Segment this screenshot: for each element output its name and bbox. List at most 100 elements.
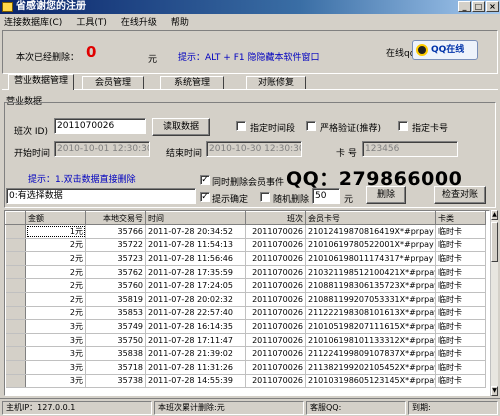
cell-amount[interactable]: 3元 bbox=[25, 374, 86, 389]
table-row[interactable]: 3元 35749 2011-07-28 16:14:35 2011070026 2101… bbox=[5, 319, 486, 334]
cell-amount[interactable]: 3元 bbox=[25, 333, 86, 348]
start-time-input[interactable]: 2010-10-01 12:30:30 bbox=[54, 141, 150, 157]
cell-shift[interactable]: 2011070026 bbox=[245, 224, 306, 239]
cell-card-type[interactable]: 临时卡 bbox=[435, 292, 486, 307]
col-card-type-header[interactable]: 卡类 bbox=[435, 211, 486, 225]
cell-amount[interactable]: 2元 bbox=[25, 292, 86, 307]
cell-time[interactable]: 2011-07-28 16:14:35 bbox=[145, 319, 246, 334]
menu-online-upgrade[interactable]: 在线升级 bbox=[121, 15, 157, 28]
cell-local-txn[interactable]: 35718 bbox=[85, 360, 146, 375]
cell-shift[interactable]: 2011070026 bbox=[245, 306, 306, 321]
cell-shift[interactable]: 2011070026 bbox=[245, 292, 306, 307]
scroll-thumb[interactable] bbox=[491, 222, 498, 262]
cell-member-card[interactable]: 21012419870816419X*#prpay bbox=[305, 224, 436, 239]
table-row[interactable]: 3元 35718 2011-07-28 11:31:26 2011070026 2113… bbox=[5, 360, 486, 375]
title-bar[interactable]: 省感谢您的注册 _ □ × bbox=[0, 0, 500, 14]
cell-time[interactable]: 2011-07-28 21:39:02 bbox=[145, 346, 246, 361]
cell-member-card[interactable]: 210106198011174317*#prpay bbox=[305, 251, 436, 266]
end-time-input[interactable]: 2010-10-30 12:30:30 bbox=[206, 141, 302, 157]
cell-local-txn[interactable]: 35766 bbox=[85, 224, 146, 239]
tab-member-management[interactable]: 会员管理 bbox=[82, 76, 144, 90]
menu-help[interactable]: 帮助 bbox=[171, 15, 189, 28]
maximize-button[interactable]: □ bbox=[472, 1, 485, 12]
cell-amount[interactable]: 2元 bbox=[25, 238, 86, 253]
row-indicator[interactable] bbox=[5, 360, 26, 375]
cell-time[interactable]: 2011-07-28 17:24:05 bbox=[145, 278, 246, 293]
cell-shift[interactable]: 2011070026 bbox=[245, 346, 306, 361]
cell-amount[interactable]: 2元 bbox=[25, 306, 86, 321]
cell-local-txn[interactable]: 35722 bbox=[85, 238, 146, 253]
transactions-grid[interactable]: 金额 本地交易号 时间 班次 会员卡号 卡类 1元 35766 2011-07-28… bbox=[4, 210, 490, 396]
table-row[interactable]: 2元 35760 2011-07-28 17:24:05 2011070026 2108… bbox=[5, 278, 486, 293]
row-indicator[interactable] bbox=[5, 374, 26, 389]
card-number-input[interactable]: 123456 bbox=[362, 141, 458, 157]
cell-card-type[interactable]: 临时卡 bbox=[435, 224, 486, 239]
cell-local-txn[interactable]: 35819 bbox=[85, 292, 146, 307]
cell-amount[interactable]: 3元 bbox=[25, 360, 86, 375]
tab-system-management[interactable]: 系统管理 bbox=[160, 76, 224, 90]
shift-id-input[interactable]: 2011070026 bbox=[54, 118, 146, 134]
cell-card-type[interactable]: 临时卡 bbox=[435, 251, 486, 266]
menu-connect-db[interactable]: 连接数据库(C) bbox=[4, 15, 62, 28]
row-indicator[interactable] bbox=[5, 292, 26, 307]
cell-time[interactable]: 2011-07-28 11:31:26 bbox=[145, 360, 246, 375]
table-row[interactable]: 2元 35853 2011-07-28 22:57:40 2011070026 2112… bbox=[5, 306, 486, 321]
cell-time[interactable]: 2011-07-28 20:34:52 bbox=[145, 224, 246, 239]
cell-member-card[interactable]: 211382199202105452X*#prpay bbox=[305, 360, 436, 375]
tab-reconcile-repair[interactable]: 对账修复 bbox=[246, 76, 306, 90]
cell-local-txn[interactable]: 35760 bbox=[85, 278, 146, 293]
menu-tools[interactable]: 工具(T) bbox=[76, 15, 107, 28]
cell-card-type[interactable]: 临时卡 bbox=[435, 346, 486, 361]
row-indicator[interactable] bbox=[5, 333, 26, 348]
cell-shift[interactable]: 2011070026 bbox=[245, 319, 306, 334]
cell-shift[interactable]: 2011070026 bbox=[245, 278, 306, 293]
cell-member-card[interactable]: 210103198605123145X*#prpay bbox=[305, 374, 436, 389]
row-indicator[interactable] bbox=[5, 306, 26, 321]
time-range-checkbox[interactable] bbox=[236, 121, 246, 131]
row-indicator[interactable] bbox=[5, 251, 26, 266]
row-indicator[interactable] bbox=[5, 265, 26, 280]
col-shift-header[interactable]: 班次 bbox=[245, 211, 306, 225]
table-row[interactable]: 2元 35762 2011-07-28 17:35:59 2011070026 2103… bbox=[5, 265, 486, 280]
scroll-up-icon[interactable]: ▲ bbox=[491, 210, 498, 220]
cell-amount[interactable]: 3元 bbox=[25, 319, 86, 334]
table-row[interactable]: 3元 35750 2011-07-28 17:11:47 2011070026 2101… bbox=[5, 333, 486, 348]
scroll-down-icon[interactable]: ▼ bbox=[491, 386, 498, 396]
cell-time[interactable]: 2011-07-28 22:57:40 bbox=[145, 306, 246, 321]
table-row[interactable]: 2元 35819 2011-07-28 20:02:32 2011070026 2108… bbox=[5, 292, 486, 307]
cell-card-type[interactable]: 临时卡 bbox=[435, 374, 486, 389]
close-button[interactable]: × bbox=[486, 1, 499, 12]
cell-shift[interactable]: 2011070026 bbox=[245, 238, 306, 253]
cell-card-type[interactable]: 临时卡 bbox=[435, 278, 486, 293]
cell-member-card[interactable]: 210106198101133312X*#prpay bbox=[305, 333, 436, 348]
col-time-header[interactable]: 时间 bbox=[145, 211, 246, 225]
cell-local-txn[interactable]: 35762 bbox=[85, 265, 146, 280]
cell-card-type[interactable]: 临时卡 bbox=[435, 306, 486, 321]
cell-shift[interactable]: 2011070026 bbox=[245, 251, 306, 266]
row-indicator[interactable] bbox=[5, 224, 26, 239]
cell-amount[interactable]: 2元 bbox=[25, 251, 86, 266]
random-delete-checkbox[interactable] bbox=[260, 192, 270, 202]
cell-local-txn[interactable]: 35749 bbox=[85, 319, 146, 334]
cell-time[interactable]: 2011-07-28 20:02:32 bbox=[145, 292, 246, 307]
col-local-txn-header[interactable]: 本地交易号 bbox=[85, 211, 146, 225]
prompt-confirm-checkbox[interactable]: ✓ bbox=[200, 192, 210, 202]
cell-shift[interactable]: 2011070026 bbox=[245, 374, 306, 389]
read-data-button[interactable]: 读取数据 bbox=[152, 118, 210, 136]
cell-shift[interactable]: 2011070026 bbox=[245, 360, 306, 375]
cell-time[interactable]: 2011-07-28 11:56:46 bbox=[145, 251, 246, 266]
table-row[interactable]: 2元 35723 2011-07-28 11:56:46 2011070026 2101… bbox=[5, 251, 486, 266]
cell-member-card[interactable]: 210881198306135723X*#prpay bbox=[305, 278, 436, 293]
strict-verify-checkbox[interactable] bbox=[306, 121, 316, 131]
cell-card-type[interactable]: 临时卡 bbox=[435, 333, 486, 348]
tab-business-data[interactable]: 营业数据管理 bbox=[8, 74, 74, 90]
cell-local-txn[interactable]: 35838 bbox=[85, 346, 146, 361]
row-indicator[interactable] bbox=[5, 278, 26, 293]
cell-time[interactable]: 2011-07-28 11:54:13 bbox=[145, 238, 246, 253]
col-member-card-header[interactable]: 会员卡号 bbox=[305, 211, 436, 225]
cell-local-txn[interactable]: 35853 bbox=[85, 306, 146, 321]
cell-member-card[interactable]: 211222198308101613X*#prpay bbox=[305, 306, 436, 321]
minimize-button[interactable]: _ bbox=[458, 1, 471, 12]
cell-time[interactable]: 2011-07-28 17:11:47 bbox=[145, 333, 246, 348]
grid-vertical-scrollbar[interactable]: ▲ ▼ bbox=[490, 210, 498, 396]
